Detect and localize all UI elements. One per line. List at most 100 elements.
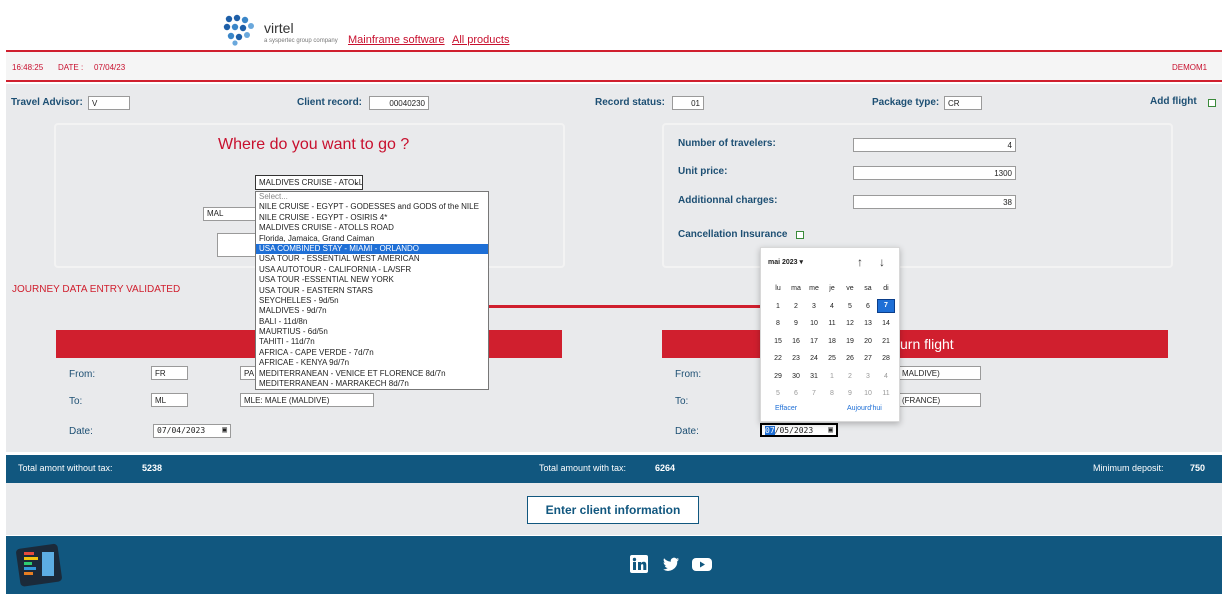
dropdown-option[interactable]: MEDITERRANEAN - VENICE ET FLORENCE 8d/7n bbox=[256, 369, 488, 379]
calendar-day[interactable]: 10 bbox=[859, 390, 877, 397]
calendar-day[interactable]: 22 bbox=[769, 355, 787, 362]
calendar-today-button[interactable]: Aujourd'hui bbox=[847, 405, 882, 412]
calendar-day[interactable]: 31 bbox=[805, 373, 823, 380]
calendar-month-select[interactable]: mai 2023 ▾ bbox=[768, 258, 803, 266]
outbound-date-value: 07/04/2023 bbox=[157, 426, 206, 435]
dropdown-option[interactable]: BALI - 11d/8n bbox=[256, 317, 488, 327]
calendar-day[interactable]: 6 bbox=[859, 303, 877, 310]
calendar-day[interactable]: 11 bbox=[877, 390, 895, 397]
youtube-icon[interactable] bbox=[692, 555, 712, 573]
outbound-to-name[interactable] bbox=[240, 393, 374, 407]
dropdown-option[interactable]: Select... bbox=[256, 192, 488, 202]
calendar-day[interactable]: 2 bbox=[787, 303, 805, 310]
unit-price-input[interactable] bbox=[853, 166, 1016, 180]
calendar-day[interactable]: 8 bbox=[823, 390, 841, 397]
dropdown-option[interactable]: USA TOUR - EASTERN STARS bbox=[256, 286, 488, 296]
outbound-from-label: From: bbox=[69, 369, 96, 380]
dropdown-option[interactable]: AFRICA - CAPE VERDE - 7d/7n bbox=[256, 348, 488, 358]
dropdown-option[interactable]: NILE CRUISE - EGYPT - GODESSES and GODS … bbox=[256, 202, 488, 212]
calendar-clear-button[interactable]: Effacer bbox=[775, 405, 797, 412]
calendar-day[interactable]: 3 bbox=[805, 303, 823, 310]
calendar-day[interactable]: 30 bbox=[787, 373, 805, 380]
dropdown-option[interactable]: MALDIVES - 9d/7n bbox=[256, 306, 488, 316]
calendar-day[interactable]: 15 bbox=[769, 338, 787, 345]
arrow-down-icon[interactable]: ↓ bbox=[879, 255, 885, 269]
calendar-day[interactable]: 5 bbox=[841, 303, 859, 310]
calendar-grid: lu ma me je ve sa di 1 2 3 4 5 6 7 8 9 10 11 12 13 14 15 16 17 1… bbox=[769, 280, 895, 403]
calendar-day[interactable]: 2 bbox=[841, 373, 859, 380]
calendar-day[interactable]: 4 bbox=[823, 303, 841, 310]
travel-advisor-input[interactable] bbox=[88, 96, 130, 110]
calendar-weekday: lu bbox=[775, 285, 781, 293]
calendar-day[interactable]: 12 bbox=[841, 320, 859, 327]
calendar-day[interactable]: 28 bbox=[877, 355, 895, 362]
destination-select[interactable]: MALDIVES CRUISE - ATOLLS ROAD ⌄ bbox=[255, 175, 363, 190]
return-from-name[interactable] bbox=[898, 366, 981, 380]
calendar-day[interactable]: 7 bbox=[805, 390, 823, 397]
destination-code-field[interactable]: MAL bbox=[203, 207, 263, 221]
enter-client-information-button[interactable]: Enter client information bbox=[527, 496, 699, 524]
cancellation-checkbox[interactable] bbox=[796, 231, 804, 239]
outbound-date-input[interactable]: 07/04/2023 ▣ bbox=[153, 424, 231, 438]
dropdown-option[interactable]: USA TOUR -ESSENTIAL NEW YORK bbox=[256, 275, 488, 285]
calendar-day[interactable]: 9 bbox=[841, 390, 859, 397]
dropdown-option[interactable]: AFRICAE - KENYA 9d/7n bbox=[256, 358, 488, 368]
virtel-logo-icon bbox=[223, 14, 254, 46]
calendar-day[interactable]: 21 bbox=[877, 338, 895, 345]
mainframe-software-link[interactable]: Mainframe software bbox=[348, 34, 445, 46]
add-flight-checkbox[interactable] bbox=[1208, 99, 1216, 107]
return-to-name[interactable] bbox=[898, 393, 981, 407]
record-status-input[interactable] bbox=[672, 96, 704, 110]
calendar-day[interactable]: 18 bbox=[823, 338, 841, 345]
dropdown-option[interactable]: SEYCHELLES - 9d/5n bbox=[256, 296, 488, 306]
calendar-day[interactable]: 23 bbox=[787, 355, 805, 362]
travelers-input[interactable] bbox=[853, 138, 1016, 152]
outbound-from-code[interactable] bbox=[151, 366, 188, 380]
all-products-link[interactable]: All products bbox=[452, 34, 509, 46]
charges-input[interactable] bbox=[853, 195, 1016, 209]
arrow-up-icon[interactable]: ↑ bbox=[857, 255, 863, 269]
calendar-day[interactable]: 25 bbox=[823, 355, 841, 362]
twitter-icon[interactable] bbox=[662, 555, 680, 573]
dropdown-option[interactable]: TAHITI - 11d/7n bbox=[256, 337, 488, 347]
date-picker-popup[interactable]: mai 2023 ▾ ↑ ↓ lu ma me je ve sa di 1 2 3 4 5 6 7 8 9 10… bbox=[760, 247, 900, 422]
dropdown-option[interactable]: USA AUTOTOUR - CALIFORNIA - LA/SFR bbox=[256, 265, 488, 275]
calendar-day[interactable]: 14 bbox=[877, 320, 895, 327]
dropdown-option[interactable]: Florida, Jamaica, Grand Caiman bbox=[256, 234, 488, 244]
calendar-day[interactable]: 27 bbox=[859, 355, 877, 362]
calendar-day[interactable]: 3 bbox=[859, 373, 877, 380]
outbound-to-code[interactable] bbox=[151, 393, 188, 407]
calendar-day[interactable]: 1 bbox=[823, 373, 841, 380]
calendar-day[interactable]: 8 bbox=[769, 320, 787, 327]
calendar-day[interactable]: 19 bbox=[841, 338, 859, 345]
calendar-day[interactable]: 16 bbox=[787, 338, 805, 345]
calendar-day[interactable]: 11 bbox=[823, 320, 841, 327]
calendar-day[interactable]: 7 bbox=[877, 299, 895, 314]
calendar-week-row: 15 16 17 18 19 20 21 bbox=[769, 333, 895, 351]
dropdown-option[interactable]: MALDIVES CRUISE - ATOLLS ROAD bbox=[256, 223, 488, 233]
client-record-input[interactable] bbox=[369, 96, 429, 110]
calendar-day[interactable]: 6 bbox=[787, 390, 805, 397]
return-date-input[interactable]: 07/05/2023 ▣ bbox=[760, 423, 838, 437]
linkedin-icon[interactable] bbox=[630, 555, 648, 573]
calendar-day[interactable]: 1 bbox=[769, 303, 787, 310]
calendar-day[interactable]: 29 bbox=[769, 373, 787, 380]
calendar-day[interactable]: 4 bbox=[877, 373, 895, 380]
dropdown-option[interactable]: USA COMBINED STAY - MIAMI - ORLANDO bbox=[256, 243, 488, 255]
dropdown-option[interactable]: USA TOUR - ESSENTIAL WEST AMERICAN bbox=[256, 254, 488, 264]
calendar-day[interactable]: 26 bbox=[841, 355, 859, 362]
dropdown-option[interactable]: MEDITERRANEAN - MARRAKECH 8d/7n bbox=[256, 379, 488, 389]
destination-dropdown-list[interactable]: Select... NILE CRUISE - EGYPT - GODESSES … bbox=[255, 191, 489, 390]
calendar-day[interactable]: 5 bbox=[769, 390, 787, 397]
package-type-input[interactable] bbox=[944, 96, 982, 110]
calendar-day[interactable]: 9 bbox=[787, 320, 805, 327]
calendar-day[interactable]: 17 bbox=[805, 338, 823, 345]
calendar-day[interactable]: 10 bbox=[805, 320, 823, 327]
calendar-day[interactable]: 20 bbox=[859, 338, 877, 345]
calendar-day[interactable]: 24 bbox=[805, 355, 823, 362]
dropdown-option[interactable]: MAURTIUS - 6d/5n bbox=[256, 327, 488, 337]
destination-button-partial[interactable] bbox=[217, 233, 257, 257]
action-area: Enter client information bbox=[6, 483, 1222, 535]
calendar-day[interactable]: 13 bbox=[859, 320, 877, 327]
dropdown-option[interactable]: NILE CRUISE - EGYPT - OSIRIS 4* bbox=[256, 213, 488, 223]
